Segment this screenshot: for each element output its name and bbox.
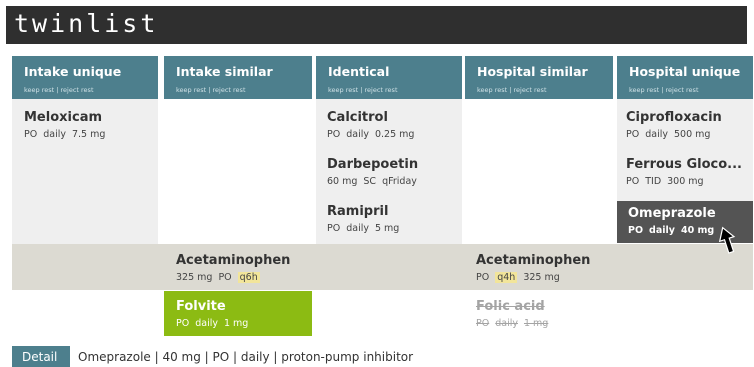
column-title: Hospital similar	[477, 64, 588, 79]
column-header-hospital-similar[interactable]: Hospital similar keep rest | reject rest	[465, 56, 613, 99]
med-name: Folic acid	[476, 299, 545, 314]
keep-reject-links[interactable]: keep rest | reject rest	[176, 86, 246, 94]
difference-highlight: q4h	[495, 272, 518, 283]
column-header-intake-unique[interactable]: Intake unique keep rest | reject rest	[12, 56, 158, 99]
med-dose: PO daily 0.25 mg	[327, 129, 415, 140]
similar-match-row	[12, 244, 753, 290]
column-title: Intake similar	[176, 64, 273, 79]
keep-reject-links[interactable]: keep rest | reject rest	[477, 86, 547, 94]
detail-text: Omeprazole | 40 mg | PO | daily | proton…	[78, 350, 414, 364]
difference-highlight: q6h	[237, 272, 260, 283]
med-dose: PO daily 500 mg	[626, 129, 711, 140]
med-card-calcitrol[interactable]: Calcitrol PO daily 0.25 mg	[327, 110, 414, 140]
med-dose: PO daily 5 mg	[327, 223, 400, 234]
med-dose: PO daily 1 mg	[176, 318, 249, 329]
med-card-acetaminophen-intake[interactable]: Acetaminophen 325 mg PO q6h	[176, 253, 290, 283]
med-card-darbepoetin[interactable]: Darbepoetin 60 mg SC qFriday	[327, 157, 418, 187]
keep-reject-links[interactable]: keep rest | reject rest	[328, 86, 398, 94]
column-title: Intake unique	[24, 64, 122, 79]
med-dose: PO daily 1 mg	[476, 318, 549, 329]
med-dose: 325 mg PO q6h	[176, 272, 260, 283]
column-title: Identical	[328, 64, 390, 79]
column-title: Hospital unique	[629, 64, 741, 79]
med-name: Acetaminophen	[176, 253, 291, 268]
med-dose: PO q4h 325 mg	[476, 272, 560, 283]
med-card-ferrous-gluconate[interactable]: Ferrous Gloco... PO TID 300 mg	[626, 157, 742, 187]
med-name: Folvite	[176, 299, 226, 314]
med-name: Ciprofloxacin	[626, 110, 722, 125]
med-name: Meloxicam	[24, 110, 103, 125]
keep-reject-links[interactable]: keep rest | reject rest	[24, 86, 94, 94]
med-card-meloxicam[interactable]: Meloxicam PO daily 7.5 mg	[24, 110, 105, 140]
med-card-ramipril[interactable]: Ramipril PO daily 5 mg	[327, 204, 399, 234]
detail-tab-label: Detail	[22, 350, 58, 364]
keep-reject-links[interactable]: keep rest | reject rest	[629, 86, 699, 94]
med-name: Acetaminophen	[476, 253, 591, 268]
med-dose: 60 mg SC qFriday	[327, 176, 417, 187]
med-name: Omeprazole	[628, 206, 716, 221]
med-dose: PO daily 7.5 mg	[24, 129, 106, 140]
column-header-hospital-unique[interactable]: Hospital unique keep rest | reject rest	[617, 56, 753, 99]
mouse-cursor-icon	[718, 226, 736, 254]
med-card-folvite-accepted[interactable]: Folvite PO daily 1 mg	[164, 291, 312, 336]
med-name: Darbepoetin	[327, 157, 419, 172]
med-card-ciprofloxacin[interactable]: Ciprofloxacin PO daily 500 mg	[626, 110, 722, 140]
med-dose: PO daily 40 mg	[628, 225, 715, 236]
med-card-folic-acid-rejected[interactable]: Folic acid PO daily 1 mg	[476, 299, 548, 329]
med-name: Ramipril	[327, 204, 389, 219]
column-header-identical[interactable]: Identical keep rest | reject rest	[316, 56, 462, 99]
med-name: Calcitrol	[327, 110, 388, 125]
column-header-intake-similar[interactable]: Intake similar keep rest | reject rest	[164, 56, 312, 99]
detail-tab[interactable]: Detail	[12, 346, 70, 367]
app-title: twinlist	[14, 9, 159, 38]
med-card-acetaminophen-hospital[interactable]: Acetaminophen PO q4h 325 mg	[476, 253, 590, 283]
med-dose: PO TID 300 mg	[626, 176, 704, 187]
app-title-bar: twinlist	[6, 6, 747, 44]
med-name: Ferrous Gloco...	[626, 157, 742, 172]
